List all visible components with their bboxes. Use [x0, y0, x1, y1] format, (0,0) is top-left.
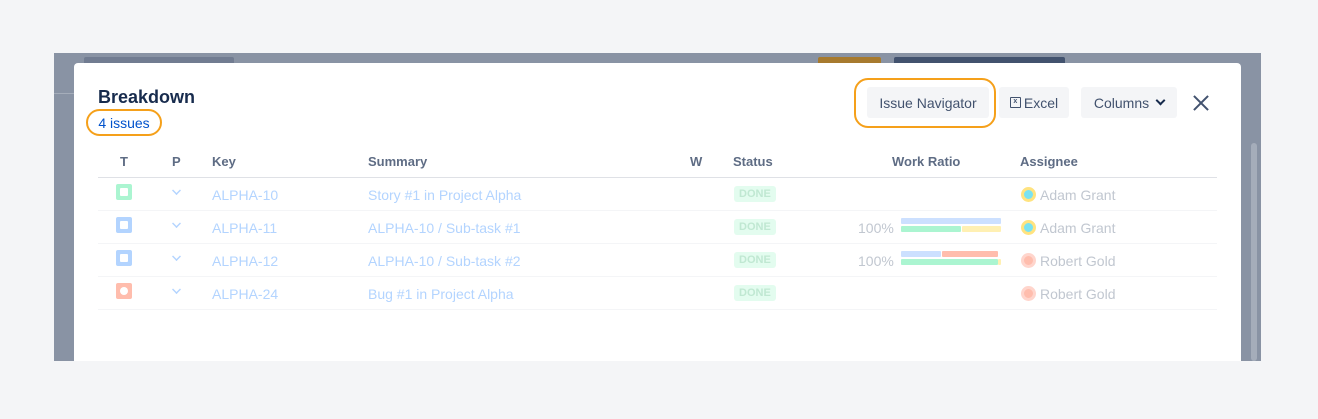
- status-badge: DONE: [734, 252, 776, 268]
- header-type[interactable]: T: [120, 154, 128, 169]
- background-divider: [54, 93, 74, 94]
- avatar: [1021, 220, 1036, 235]
- assignee-name: Robert Gold: [1040, 286, 1116, 302]
- header-summary[interactable]: Summary: [368, 154, 427, 169]
- issue-summary-link[interactable]: Bug #1 in Project Alpha: [368, 286, 514, 302]
- subtask-icon: [116, 217, 132, 233]
- columns-button[interactable]: Columns: [1081, 87, 1177, 118]
- table-row[interactable]: ALPHA-24 Bug #1 in Project Alpha DONE Ro…: [98, 277, 1217, 310]
- breakdown-dialog: Breakdown 4 issues Issue Navigator x Exc…: [74, 63, 1241, 361]
- header-w[interactable]: W: [690, 154, 702, 169]
- header-key[interactable]: Key: [212, 154, 236, 169]
- avatar: [1021, 286, 1036, 301]
- story-icon: [116, 184, 132, 200]
- logged-bar: [901, 226, 961, 232]
- issue-navigator-button[interactable]: Issue Navigator: [867, 87, 989, 118]
- logged-bar: [901, 259, 998, 265]
- columns-label: Columns: [1093, 94, 1150, 111]
- assignee-name: Robert Gold: [1040, 253, 1116, 269]
- work-ratio-bar: [901, 251, 1001, 267]
- issue-key-link[interactable]: ALPHA-10: [212, 187, 278, 203]
- excel-icon: x: [1009, 97, 1021, 108]
- dialog-title: Breakdown: [98, 87, 196, 107]
- issues-count-link[interactable]: 4 issues: [86, 109, 162, 136]
- priority-low-icon: [172, 186, 181, 195]
- remaining-bar: [998, 259, 1001, 265]
- table-row[interactable]: ALPHA-11 ALPHA-10 / Sub-task #1 DONE 100…: [98, 211, 1217, 244]
- work-ratio-value: 100%: [858, 253, 894, 269]
- remaining-bar: [962, 226, 1001, 232]
- work-ratio-value: 100%: [858, 220, 894, 236]
- bug-icon: [116, 283, 132, 299]
- issue-key-link[interactable]: ALPHA-24: [212, 286, 278, 302]
- estimate-bar: [901, 218, 1001, 224]
- over-estimate-bar: [942, 251, 998, 257]
- table-row[interactable]: ALPHA-10 Story #1 in Project Alpha DONE …: [98, 178, 1217, 211]
- close-icon[interactable]: [1190, 92, 1212, 114]
- header-assignee[interactable]: Assignee: [1020, 154, 1078, 169]
- status-badge: DONE: [734, 186, 776, 202]
- avatar: [1021, 187, 1036, 202]
- status-badge: DONE: [734, 219, 776, 235]
- chevron-down-icon: [1155, 95, 1166, 106]
- issue-key-link[interactable]: ALPHA-11: [212, 220, 277, 236]
- issue-summary-link[interactable]: ALPHA-10 / Sub-task #1: [368, 220, 521, 236]
- avatar: [1021, 253, 1036, 268]
- issue-navigator-label: Issue Navigator: [879, 94, 977, 111]
- status-badge: DONE: [734, 285, 776, 301]
- priority-low-icon: [172, 219, 181, 228]
- priority-low-icon: [172, 285, 181, 294]
- estimate-bar: [901, 251, 941, 257]
- assignee-name: Adam Grant: [1040, 187, 1116, 203]
- header-work-ratio[interactable]: Work Ratio: [892, 154, 960, 169]
- background-scrollbar: [1251, 143, 1257, 361]
- header-priority[interactable]: P: [172, 154, 181, 169]
- subtask-icon: [116, 250, 132, 266]
- issue-key-link[interactable]: ALPHA-12: [212, 253, 278, 269]
- header-status[interactable]: Status: [733, 154, 773, 169]
- assignee-name: Adam Grant: [1040, 220, 1116, 236]
- priority-low-icon: [172, 252, 181, 261]
- issue-summary-link[interactable]: Story #1 in Project Alpha: [368, 187, 521, 203]
- excel-label: Excel: [1023, 94, 1059, 111]
- table-row[interactable]: ALPHA-12 ALPHA-10 / Sub-task #2 DONE 100…: [98, 244, 1217, 277]
- excel-export-button[interactable]: x Excel: [999, 87, 1069, 118]
- work-ratio-bar: [901, 218, 1001, 234]
- issue-summary-link[interactable]: ALPHA-10 / Sub-task #2: [368, 253, 521, 269]
